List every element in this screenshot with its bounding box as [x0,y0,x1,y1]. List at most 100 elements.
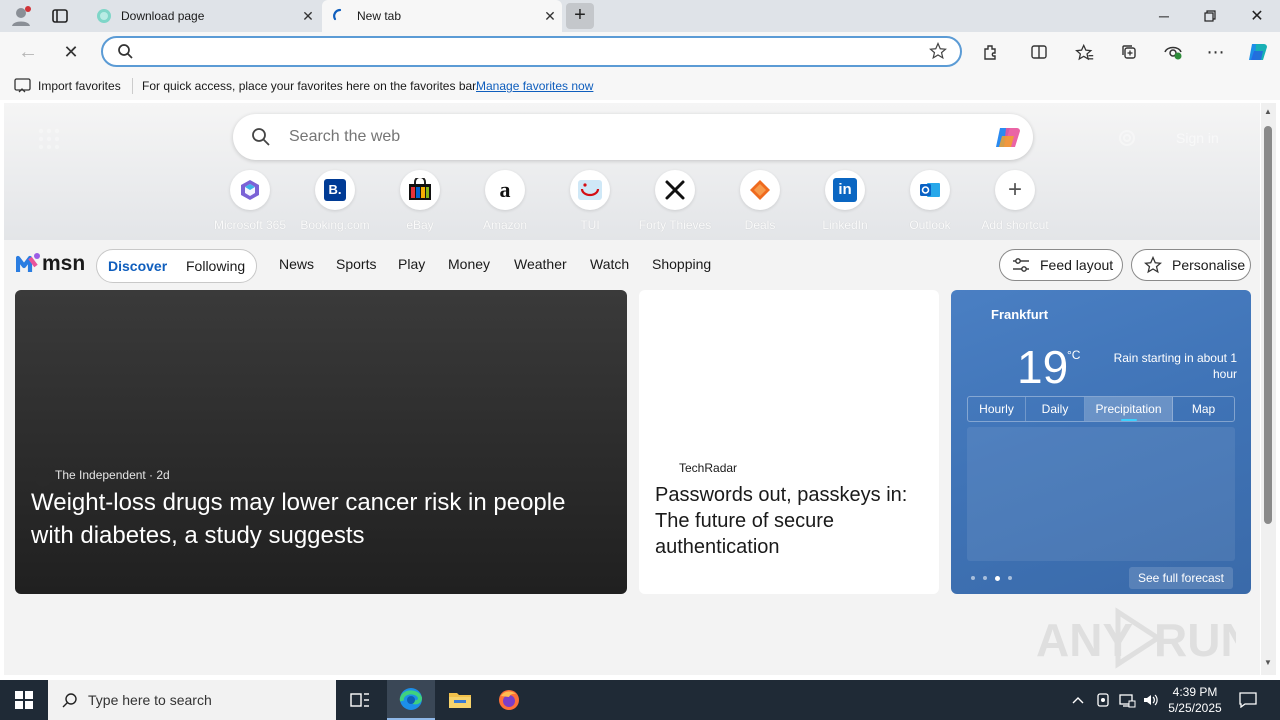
shortcut-linkedin[interactable]: in LinkedIn [805,170,885,232]
shortcut-ebay[interactable]: eBay [380,170,460,232]
show-hidden-icons-button[interactable] [1068,680,1088,720]
feed-layout-button[interactable]: Feed layout [999,249,1123,281]
taskbar-clock[interactable]: 4:39 PM 5/25/2025 [1164,680,1226,720]
tray-network-icon[interactable] [1116,680,1138,720]
task-view-button[interactable] [340,680,380,720]
copilot-icon[interactable] [993,122,1023,157]
taskbar-edge[interactable] [387,680,435,720]
weather-card[interactable]: Frankfurt 19 °C Rain starting in about 1… [951,290,1251,594]
favorites-bar-divider [132,78,133,94]
carousel-dot[interactable] [1008,576,1012,580]
weather-tab-map[interactable]: Map [1173,397,1234,421]
notification-center-button[interactable] [1234,680,1262,720]
import-favorites-button[interactable]: Import favorites [38,79,121,93]
shortcut-label: Booking.com [300,218,370,232]
new-tab-button[interactable]: + [566,3,594,29]
back-arrow-icon[interactable]: ← [13,37,43,67]
see-full-forecast-button[interactable]: See full forecast [1129,567,1233,589]
minimize-button[interactable]: ─ [1141,0,1187,32]
shortcut-deals[interactable]: Deals [720,170,800,232]
close-window-button[interactable]: ✕ [1234,0,1280,32]
shortcut-label: Microsoft 365 [213,218,287,232]
nav-money[interactable]: Money [448,256,490,272]
web-search-input[interactable] [289,126,969,148]
shortcut-microsoft-365[interactable]: Microsoft 365 [210,170,290,232]
carousel-dot[interactable] [995,576,1000,581]
extensions-icon[interactable] [976,37,1006,67]
tab-download-page[interactable]: Download page ✕ [86,0,320,32]
personalise-button[interactable]: Personalise [1131,249,1251,281]
stop-loading-icon[interactable]: ✕ [56,37,86,67]
taskbar-file-explorer[interactable] [436,680,484,720]
weather-tab-daily[interactable]: Daily [1026,397,1085,421]
favorite-star-icon[interactable] [929,41,947,65]
folder-icon [449,693,471,708]
shortcut-label: Deals [744,218,776,232]
nav-news[interactable]: News [279,256,314,272]
shortcut-amazon[interactable]: a Amazon [465,170,545,232]
msn-logo[interactable]: msn [16,249,85,277]
page-favicon-icon [96,8,112,24]
import-favorites-icon[interactable] [14,78,31,96]
card-headline[interactable]: Passwords out, passkeys in: The future o… [655,482,925,560]
copilot-icon[interactable] [1243,37,1273,67]
taskbar-search-box[interactable]: Type here to search [48,680,336,720]
collections-icon[interactable] [1114,37,1144,67]
profile-icon[interactable] [10,5,32,27]
tray-network-security-icon[interactable] [1092,680,1114,720]
scroll-up-arrow-icon[interactable]: ▲ [1264,107,1272,116]
split-screen-icon[interactable] [1024,37,1054,67]
clock-time: 4:39 PM [1172,685,1218,699]
shortcut-outlook[interactable]: Outlook [890,170,970,232]
anyrun-watermark: ANY RUN [1036,604,1254,674]
app-launcher-icon[interactable] [38,128,60,150]
shortcut-booking[interactable]: B. Booking.com [295,170,375,232]
booking-icon: B. [315,170,355,210]
tab-discover[interactable]: Discover [108,258,167,274]
weather-tab-precipitation[interactable]: Precipitation [1085,397,1173,421]
windows-logo-icon [15,691,33,709]
nav-watch[interactable]: Watch [590,256,629,272]
card-headline[interactable]: Weight-loss drugs may lower cancer risk … [31,486,611,552]
shortcut-forty-thieves[interactable]: Forty Thieves [635,170,715,232]
svg-text:RUN: RUN [1154,614,1236,666]
scroll-down-arrow-icon[interactable]: ▼ [1264,658,1272,667]
precipitation-map[interactable] [967,427,1235,561]
start-button[interactable] [0,680,48,720]
nav-sports[interactable]: Sports [336,256,376,272]
restore-button[interactable] [1187,0,1233,32]
nav-weather[interactable]: Weather [514,256,567,272]
msn-nav-bar: msn Discover Following News Sports Play … [4,240,1260,290]
personalise-label: Personalise [1172,257,1246,273]
carousel-dot[interactable] [983,576,987,580]
favorites-icon[interactable] [1069,37,1099,67]
news-card-main[interactable]: The Independent · 2d Weight-loss drugs m… [15,290,627,594]
news-card-secondary[interactable]: TechRadar Passwords out, passkeys in: Th… [639,290,939,594]
shortcut-tui[interactable]: TUI [550,170,630,232]
tab-actions-icon[interactable] [50,7,70,25]
weather-tab-hourly[interactable]: Hourly [968,397,1026,421]
manage-favorites-link[interactable]: Manage favorites now [476,79,593,93]
shortcut-add[interactable]: + Add shortcut [975,170,1055,232]
source-logo-icon [35,471,51,487]
address-input[interactable] [139,42,919,62]
nav-play[interactable]: Play [398,256,425,272]
nav-shopping[interactable]: Shopping [652,256,711,272]
sign-in-link[interactable]: Sign in [1176,130,1219,146]
more-menu-icon[interactable]: ⋯ [1201,37,1231,67]
web-search-box[interactable] [233,114,1033,160]
taskbar-firefox[interactable] [485,680,533,720]
weather-city[interactable]: Frankfurt [991,307,1048,322]
carousel-dot[interactable] [971,576,975,580]
address-bar[interactable] [101,36,962,67]
tab-new-tab[interactable]: New tab ✕ [322,0,562,32]
tray-volume-icon[interactable] [1140,680,1162,720]
tab-title: Download page [121,9,205,23]
scrollbar-thumb[interactable] [1264,126,1272,524]
close-tab-icon[interactable]: ✕ [538,8,562,25]
settings-gear-icon[interactable] [1116,127,1138,149]
tab-following[interactable]: Following [186,258,245,274]
tui-icon [570,170,610,210]
close-tab-icon[interactable]: ✕ [296,8,320,25]
browser-essentials-icon[interactable] [1158,37,1188,67]
